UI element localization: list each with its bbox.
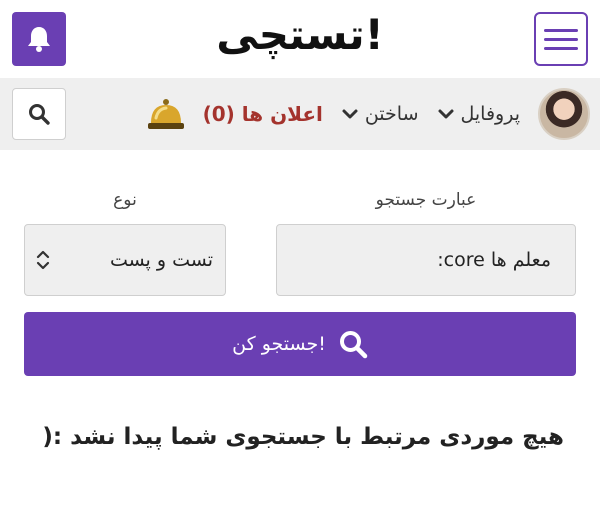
search-button[interactable] xyxy=(12,88,66,140)
search-icon xyxy=(339,331,368,359)
search-term-input[interactable]: معلم ها core: xyxy=(276,224,576,296)
notifications-link[interactable]: اعلان ها (0) xyxy=(203,102,323,126)
hamburger-menu-button[interactable] xyxy=(534,12,588,66)
site-logo[interactable]: تستچی! xyxy=(0,10,600,59)
search-submit-button[interactable]: جستجو کن! xyxy=(24,312,576,376)
search-term-label: عبارت جستجو xyxy=(375,190,477,210)
type-label: نوع xyxy=(113,190,137,210)
search-icon xyxy=(29,104,50,125)
build-menu[interactable]: ساختن xyxy=(341,103,419,125)
search-submit-label: جستجو کن! xyxy=(232,333,326,355)
navigation-bar: پروفایل ساختن اعلان ها (0) xyxy=(0,78,600,150)
type-select-value: تست و پست xyxy=(109,249,213,271)
no-results-message: هیچ موردی مرتبط با جستجوی شما پیدا نشد :… xyxy=(42,424,564,450)
select-arrows-icon xyxy=(36,250,50,270)
build-menu-label: ساختن xyxy=(364,103,419,125)
type-select[interactable]: تست و پست xyxy=(24,224,226,296)
profile-menu-label: پروفایل xyxy=(460,103,521,125)
avatar[interactable] xyxy=(538,88,590,140)
chevron-down-icon xyxy=(342,109,358,119)
hamburger-menu-icon xyxy=(544,46,578,50)
nav-items: پروفایل ساختن اعلان ها (0) xyxy=(147,78,590,150)
chevron-down-icon xyxy=(438,109,453,119)
hamburger-menu-icon xyxy=(544,28,578,32)
hamburger-menu-icon xyxy=(544,37,578,41)
profile-menu[interactable]: پروفایل xyxy=(437,103,521,125)
top-bar: تستچی! xyxy=(0,0,600,78)
service-bell-icon xyxy=(147,99,184,129)
